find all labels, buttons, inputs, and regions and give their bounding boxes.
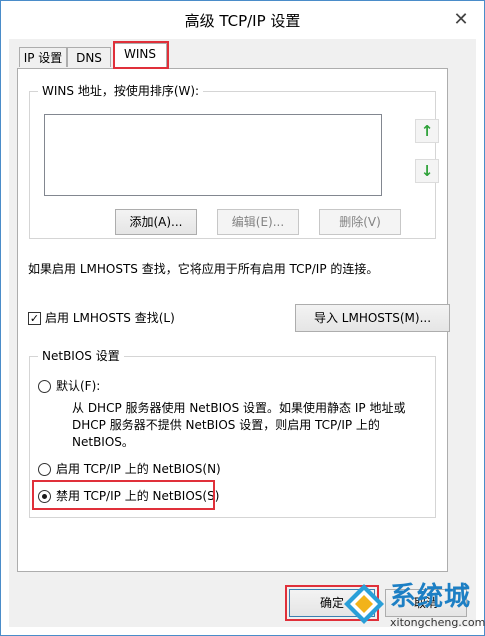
arrow-up-icon: ↑ bbox=[420, 122, 434, 140]
close-button[interactable]: ✕ bbox=[452, 11, 470, 29]
netbios-default-description-line-1: 从 DHCP 服务器使用 NetBIOS 设置。如果使用静态 IP 地址或 bbox=[72, 401, 406, 415]
netbios-default-description-line-2: DHCP 服务器不提供 NetBIOS 设置，则启用 TCP/IP 上的 bbox=[72, 418, 380, 432]
title-bar: 高级 TCP/IP 设置 ✕ bbox=[1, 1, 484, 39]
delete-wins-button[interactable]: 删除(V) bbox=[319, 209, 401, 235]
tab-ip-settings[interactable]: IP 设置 bbox=[19, 47, 67, 67]
netbios-default-radio[interactable] bbox=[38, 380, 51, 393]
dialog-client-area: IP 设置 DNS WINS WINS 地址，按使用排序(W): ↑ ↓ 添加(… bbox=[9, 39, 476, 627]
ok-button[interactable]: 确定 bbox=[289, 589, 375, 617]
move-down-button[interactable]: ↓ bbox=[415, 159, 439, 183]
wins-tab-panel: WINS 地址，按使用排序(W): ↑ ↓ 添加(A)... 编辑(E)... … bbox=[17, 68, 450, 572]
netbios-settings-group: NetBIOS 设置 默认(F): 从 DHCP 服务器使用 NetBIOS 设… bbox=[29, 348, 436, 518]
netbios-enable-radio[interactable] bbox=[38, 463, 51, 476]
import-lmhosts-button[interactable]: 导入 LMHOSTS(M)... bbox=[295, 304, 450, 332]
netbios-default-label[interactable]: 默认(F): bbox=[56, 378, 100, 394]
wins-address-group: WINS 地址，按使用排序(W): ↑ ↓ 添加(A)... 编辑(E)... … bbox=[29, 83, 439, 239]
cancel-button[interactable]: 取消 bbox=[385, 589, 467, 617]
add-wins-button[interactable]: 添加(A)... bbox=[115, 209, 197, 235]
netbios-default-description-line-3: NetBIOS。 bbox=[72, 435, 134, 449]
enable-lmhosts-label[interactable]: 启用 LMHOSTS 查找(L) bbox=[45, 310, 175, 326]
dialog-title: 高级 TCP/IP 设置 bbox=[184, 12, 301, 30]
advanced-tcpip-dialog: 高级 TCP/IP 设置 ✕ IP 设置 DNS WINS WINS 地址，按使… bbox=[0, 0, 485, 636]
tab-wins[interactable]: WINS bbox=[113, 43, 167, 69]
arrow-down-icon: ↓ bbox=[420, 162, 434, 180]
netbios-group-label: NetBIOS 设置 bbox=[38, 348, 124, 364]
netbios-enable-label[interactable]: 启用 TCP/IP 上的 NetBIOS(N) bbox=[56, 461, 221, 477]
wins-group-label: WINS 地址，按使用排序(W): bbox=[38, 83, 204, 99]
edit-wins-button[interactable]: 编辑(E)... bbox=[217, 209, 299, 235]
enable-lmhosts-checkbox[interactable]: ✓ bbox=[28, 312, 41, 325]
checkmark-icon: ✓ bbox=[29, 312, 40, 325]
wins-address-list[interactable] bbox=[44, 114, 382, 196]
netbios-disable-label[interactable]: 禁用 TCP/IP 上的 NetBIOS(S) bbox=[56, 488, 219, 504]
move-up-button[interactable]: ↑ bbox=[415, 119, 439, 143]
lmhosts-info-text: 如果启用 LMHOSTS 查找，它将应用于所有启用 TCP/IP 的连接。 bbox=[28, 262, 379, 276]
netbios-disable-radio[interactable] bbox=[38, 490, 51, 503]
tab-dns[interactable]: DNS bbox=[67, 47, 111, 67]
